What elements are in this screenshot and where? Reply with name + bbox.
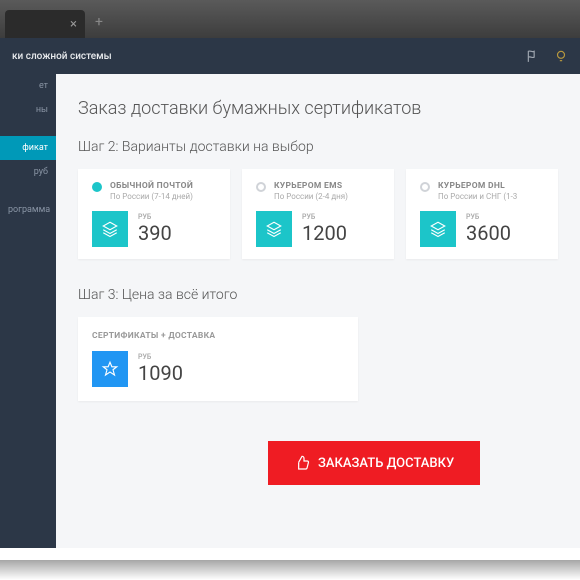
sidebar: ет ны фикат руб рограмма [0,38,56,548]
bulb-icon[interactable] [554,49,568,63]
option-title: КУРЬЕРОМ EMS [274,181,348,191]
option-sub: По России и СНГ (1-3 [438,192,517,201]
delivery-option[interactable]: КУРЬЕРОМ DHL По России и СНГ (1-3 РУБ360… [406,169,558,259]
price: 390 [138,221,172,245]
app-topbar: ки сложной системы [0,38,580,74]
sidebar-item[interactable]: рограмма [0,198,56,222]
layers-icon [256,211,292,247]
app-title: ки сложной системы [12,51,112,62]
option-sub: По России (2-4 дня) [274,192,348,201]
flag-icon[interactable] [526,49,540,63]
option-title: КУРЬЕРОМ DHL [438,181,517,191]
option-title: ОБЫЧНОЙ ПОЧТОЙ [110,181,193,191]
order-button[interactable]: ЗАКАЗАТЬ ДОСТАВКУ [268,441,480,485]
main-content: Заказ доставки бумажных сертификатов Шаг… [56,74,580,548]
currency: РУБ [138,353,183,361]
thumbs-up-icon [294,455,310,471]
sidebar-item[interactable]: ет [0,74,56,98]
price: 3600 [466,221,511,245]
delivery-option[interactable]: ОБЫЧНОЙ ПОЧТОЙ По России (7-14 дней) РУБ… [78,169,230,259]
total-card: СЕРТИФИКАТЫ + ДОСТАВКА РУБ1090 [78,317,358,401]
sidebar-item[interactable]: руб [0,160,56,184]
step2-heading: Шаг 2: Варианты доставки на выбор [78,139,558,155]
currency: РУБ [138,213,172,221]
layers-icon [420,211,456,247]
order-label: ЗАКАЗАТЬ ДОСТАВКУ [318,456,454,471]
currency: РУБ [302,213,347,221]
delivery-options: ОБЫЧНОЙ ПОЧТОЙ По России (7-14 дней) РУБ… [78,169,558,259]
layers-icon [92,211,128,247]
option-sub: По России (7-14 дней) [110,192,193,201]
radio[interactable] [420,182,430,192]
total-price: 1090 [138,361,183,385]
new-tab-button[interactable]: + [95,14,103,30]
sidebar-item-active[interactable]: фикат [0,136,56,160]
radio-selected[interactable] [92,182,102,192]
step3-heading: Шаг 3: Цена за всё итого [78,287,558,303]
radio[interactable] [256,182,266,192]
close-icon[interactable]: × [70,17,77,32]
price: 1200 [302,221,347,245]
delivery-option[interactable]: КУРЬЕРОМ EMS По России (2-4 дня) РУБ1200 [242,169,394,259]
window-shadow [0,560,580,580]
sidebar-item[interactable]: ны [0,98,56,122]
currency: РУБ [466,213,511,221]
browser-tabs: × + [0,0,580,38]
total-label: СЕРТИФИКАТЫ + ДОСТАВКА [92,331,344,341]
browser-tab[interactable]: × [5,10,85,38]
star-icon [92,351,128,387]
page-title: Заказ доставки бумажных сертификатов [78,98,558,119]
